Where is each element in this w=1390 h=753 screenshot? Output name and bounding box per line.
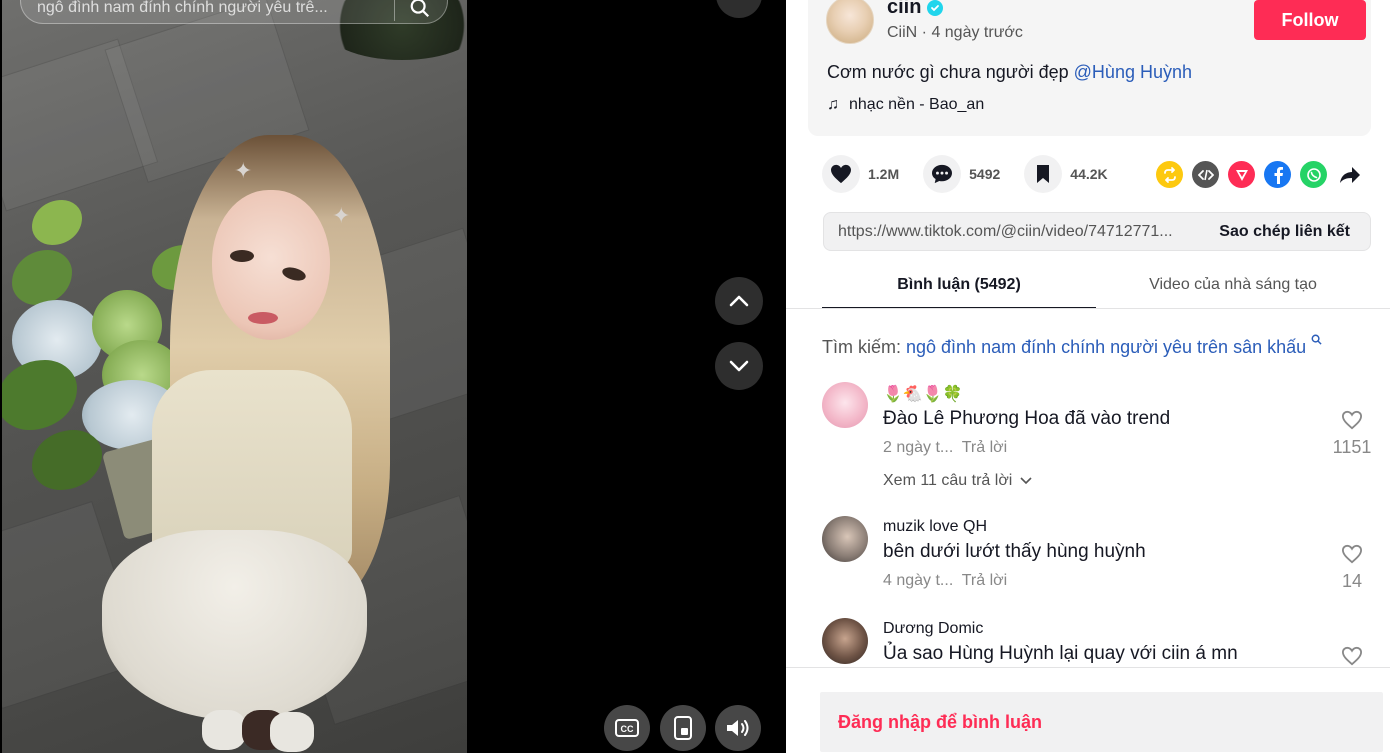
like-button[interactable]	[822, 155, 860, 193]
comment-like-count: 1151	[1332, 437, 1372, 457]
comment-button[interactable]	[923, 155, 962, 193]
commenter-name[interactable]: Dương Domic	[883, 620, 983, 638]
comment-text: Đào Lê Phương Hoa đã vào trend	[883, 408, 1171, 429]
cc-icon: CC	[615, 719, 639, 737]
author-username[interactable]: ciin	[887, 0, 921, 19]
chevron-up-icon	[729, 295, 749, 307]
comment-icon	[932, 164, 953, 184]
star-hairclip-icon: ✦	[234, 158, 253, 183]
share-options	[1156, 161, 1363, 188]
details-panel: ciin CiiN · 4 ngày trước Follow Cơm nước…	[786, 0, 1390, 753]
tab-creator-videos[interactable]: Video của nhà sáng tạo	[1096, 265, 1370, 309]
comment-meta: 2 ngày t... Trả lời	[883, 439, 1007, 457]
bookmark-icon	[1037, 165, 1050, 183]
volume-button[interactable]	[715, 705, 761, 751]
view-replies-label: Xem 11 câu trả lời	[883, 472, 1013, 489]
caption-text: Cơm nước gì chưa người đẹp	[827, 62, 1074, 82]
search-suggestion: Tìm kiếm: ngô đình nam đính chính người …	[822, 334, 1322, 358]
follow-button[interactable]: Follow	[1254, 0, 1366, 40]
floating-player-button[interactable]	[660, 705, 706, 751]
commenter-avatar[interactable]	[822, 382, 868, 428]
music-title: nhạc nền - Bao_an	[849, 96, 985, 113]
video-link-text[interactable]: https://www.tiktok.com/@ciin/video/74712…	[824, 223, 1205, 241]
facebook-icon[interactable]	[1264, 161, 1291, 188]
save-count: 44.2K	[1070, 166, 1108, 182]
music-link[interactable]: ♫ nhạc nền - Bao_an	[827, 96, 984, 114]
caption-mention-link[interactable]: @Hùng Huỳnh	[1074, 62, 1192, 82]
speaker-icon	[727, 720, 749, 736]
comment-date: 4 ngày t...	[883, 572, 954, 589]
comment-text: Ủa sao Hùng Huỳnh lại quay với ciin á mn	[883, 643, 1238, 664]
next-video-button[interactable]	[715, 342, 763, 390]
heart-outline-icon	[1341, 544, 1363, 564]
comment-count: 5492	[969, 166, 1001, 182]
comment-item: 🌷🐔🌷🍀 Đào Lê Phương Hoa đã vào trend 2 ng…	[822, 382, 1377, 492]
comment-item: Dương Domic Ủa sao Hùng Huỳnh lại quay v…	[822, 618, 1377, 668]
author-subline: CiiN · 4 ngày trước	[887, 24, 1023, 42]
reply-button[interactable]: Trả lời	[962, 572, 1007, 589]
author-nickname: CiiN	[887, 24, 918, 41]
view-replies-button[interactable]: Xem 11 câu trả lời	[883, 472, 1032, 490]
tabs-divider	[786, 308, 1390, 309]
comment-item: muzik love QH bên dưới lướt thấy hùng hu…	[822, 516, 1377, 596]
panel-tabs: Bình luận (5492) Video của nhà sáng tạo	[822, 265, 1372, 309]
comment-meta: 4 ngày t... Trả lời	[883, 572, 1007, 590]
video-player[interactable]: ✦ ✦ ngô đình nam đính chính người yêu tr…	[0, 0, 786, 753]
copy-link-button[interactable]: Sao chép liên kết	[1205, 223, 1370, 241]
search-suggestion-label: Tìm kiếm:	[822, 337, 906, 357]
search-suggestion-query[interactable]: ngô đình nam đính chính người yêu trên s…	[906, 337, 1306, 357]
author-name-row: ciin	[887, 0, 944, 19]
commenter-avatar[interactable]	[822, 618, 868, 664]
top-search-text: ngô đình nam đính chính người yêu trê...	[37, 0, 328, 16]
like-count: 1.2M	[868, 166, 900, 182]
commenter-avatar[interactable]	[822, 516, 868, 562]
action-bar: 1.2M 5492 44.2K	[822, 155, 1132, 193]
shoe	[270, 712, 314, 752]
tab-comments[interactable]: Bình luận (5492)	[822, 265, 1096, 309]
previous-video-button[interactable]	[715, 277, 763, 325]
video-frame[interactable]: ✦ ✦	[2, 0, 467, 753]
lips	[248, 312, 278, 324]
heart-outline-icon	[1341, 646, 1363, 666]
reply-button[interactable]: Trả lời	[962, 439, 1007, 456]
video-caption: Cơm nước gì chưa người đẹp @Hùng Huỳnh	[827, 62, 1192, 83]
comment-like[interactable]: 1151	[1327, 410, 1377, 458]
captions-button[interactable]: CC	[604, 705, 650, 751]
star-hairclip-icon: ✦	[332, 203, 351, 228]
verified-badge-icon	[927, 0, 944, 16]
music-note-icon: ♫	[827, 96, 839, 113]
comment-date: 2 ngày t...	[883, 439, 954, 456]
heart-icon	[831, 164, 851, 184]
repost-icon[interactable]	[1156, 161, 1183, 188]
login-to-comment-button[interactable]: Đăng nhập để bình luận	[820, 692, 1383, 752]
svg-text:CC: CC	[621, 724, 634, 734]
search-divider	[394, 0, 395, 21]
shoe	[202, 710, 246, 750]
chevron-down-icon	[1020, 477, 1032, 485]
post-time: 4 ngày trước	[931, 24, 1023, 41]
share-link-box: https://www.tiktok.com/@ciin/video/74712…	[823, 212, 1371, 251]
whatsapp-icon[interactable]	[1300, 161, 1327, 188]
share-arrow-icon[interactable]	[1336, 161, 1363, 188]
heart-outline-icon	[1341, 410, 1363, 430]
comment-footer: Đăng nhập để bình luận	[786, 667, 1390, 753]
embed-icon[interactable]	[1192, 161, 1219, 188]
comment-like-count: 14	[1341, 571, 1363, 591]
subline-separator: ·	[917, 24, 932, 41]
eye	[230, 250, 254, 262]
comment-like[interactable]: 14	[1327, 544, 1377, 592]
comment-text: bên dưới lướt thấy hùng huỳnh	[883, 541, 1146, 562]
save-button[interactable]	[1024, 155, 1063, 193]
mini-player-icon	[674, 716, 692, 740]
send-icon[interactable]	[1228, 161, 1255, 188]
commenter-name[interactable]: 🌷🐔🌷🍀	[883, 384, 963, 404]
chevron-down-icon	[729, 360, 749, 372]
person-skirt	[102, 530, 367, 720]
close-button[interactable]	[716, 0, 762, 18]
top-search-bar[interactable]: ngô đình nam đính chính người yêu trê...	[20, 0, 448, 24]
tiktok-video-page: ✦ ✦ ngô đình nam đính chính người yêu tr…	[0, 0, 1390, 753]
search-icon[interactable]	[409, 0, 431, 19]
search-icon	[1311, 334, 1322, 345]
commenter-name[interactable]: muzik love QH	[883, 518, 987, 536]
